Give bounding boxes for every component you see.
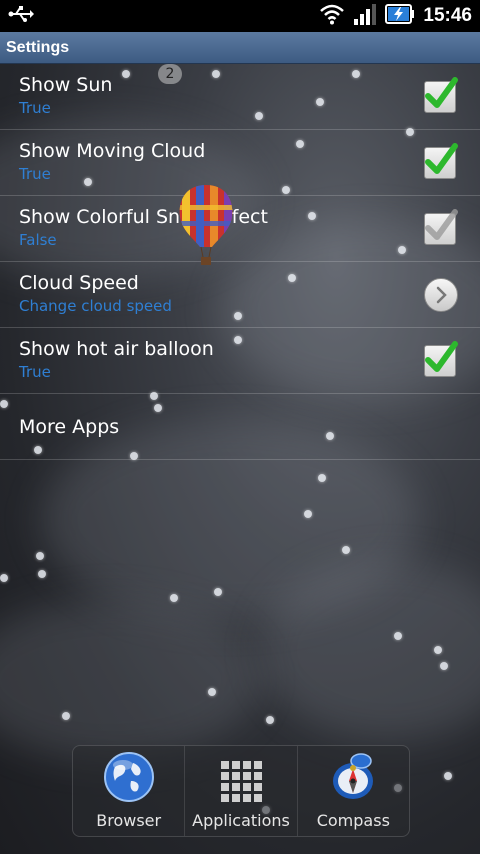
setting-title: Show Moving Cloud xyxy=(19,140,206,162)
setting-summary: True xyxy=(19,165,51,183)
snowflake xyxy=(440,662,448,670)
snowflake xyxy=(266,716,274,724)
setting-summary: True xyxy=(19,99,51,117)
snowflake xyxy=(38,570,46,578)
checkmark-disabled-icon xyxy=(425,209,458,240)
checkbox-unchecked[interactable] xyxy=(424,209,458,245)
app-dock: Browser Applications Compass xyxy=(72,745,410,837)
setting-title: Cloud Speed xyxy=(19,272,139,294)
setting-title: Show Sun xyxy=(19,74,113,96)
title-bar: Settings xyxy=(0,32,480,64)
setting-more-apps[interactable]: More Apps xyxy=(0,394,480,460)
snowflake xyxy=(36,552,44,560)
checkbox-checked[interactable] xyxy=(424,77,458,113)
setting-summary: False xyxy=(19,231,57,249)
snowflake xyxy=(444,772,452,780)
dock-label: Browser xyxy=(96,811,162,830)
compass-icon xyxy=(327,751,379,807)
setting-title: More Apps xyxy=(19,415,120,438)
dock-label: Applications xyxy=(192,811,290,830)
snowflake xyxy=(394,632,402,640)
dock-label: Compass xyxy=(316,811,390,830)
status-bar: 15:46 xyxy=(0,0,480,32)
setting-summary: Change cloud speed xyxy=(19,297,172,315)
setting-title: Show hot air balloon xyxy=(19,338,214,360)
checkbox-checked[interactable] xyxy=(424,341,458,377)
checkmark-icon xyxy=(425,143,458,174)
snowflake xyxy=(434,646,442,654)
setting-show-sun[interactable]: Show Sun True xyxy=(0,64,480,130)
snowflake xyxy=(0,574,8,582)
dock-compass[interactable]: Compass xyxy=(298,746,409,836)
hot-air-balloon-icon xyxy=(176,183,236,271)
clock: 15:46 xyxy=(423,5,472,26)
setting-summary: True xyxy=(19,363,51,381)
battery-charging-icon xyxy=(385,3,415,29)
snowflake xyxy=(318,474,326,482)
checkmark-icon xyxy=(425,77,458,108)
checkbox-checked[interactable] xyxy=(424,143,458,179)
setting-cloud-speed[interactable]: Cloud Speed Change cloud speed xyxy=(0,262,480,328)
snowflake xyxy=(208,688,216,696)
signal-icon xyxy=(353,3,377,29)
wifi-icon xyxy=(319,3,345,29)
setting-show-hot-air-balloon[interactable]: Show hot air balloon True xyxy=(0,328,480,394)
snowflake xyxy=(304,510,312,518)
dock-applications[interactable]: Applications xyxy=(185,746,298,836)
dock-browser[interactable]: Browser xyxy=(73,746,186,836)
setting-show-moving-cloud[interactable]: Show Moving Cloud True xyxy=(0,130,480,196)
usb-icon xyxy=(8,5,34,27)
snowflake xyxy=(342,546,350,554)
setting-show-colorful-snow[interactable]: Show Colorful Snow Effect False xyxy=(0,196,480,262)
settings-list: Show Sun True Show Moving Cloud True Sho… xyxy=(0,64,480,460)
chevron-right-icon[interactable] xyxy=(424,278,458,312)
snowflake xyxy=(214,588,222,596)
page-title: Settings xyxy=(6,38,70,56)
grid-icon xyxy=(219,759,263,807)
snowflake xyxy=(170,594,178,602)
checkmark-icon xyxy=(425,341,458,372)
globe-icon xyxy=(103,751,155,807)
snowflake xyxy=(62,712,70,720)
setting-title: Show Colorful Snow Effect xyxy=(19,206,268,228)
